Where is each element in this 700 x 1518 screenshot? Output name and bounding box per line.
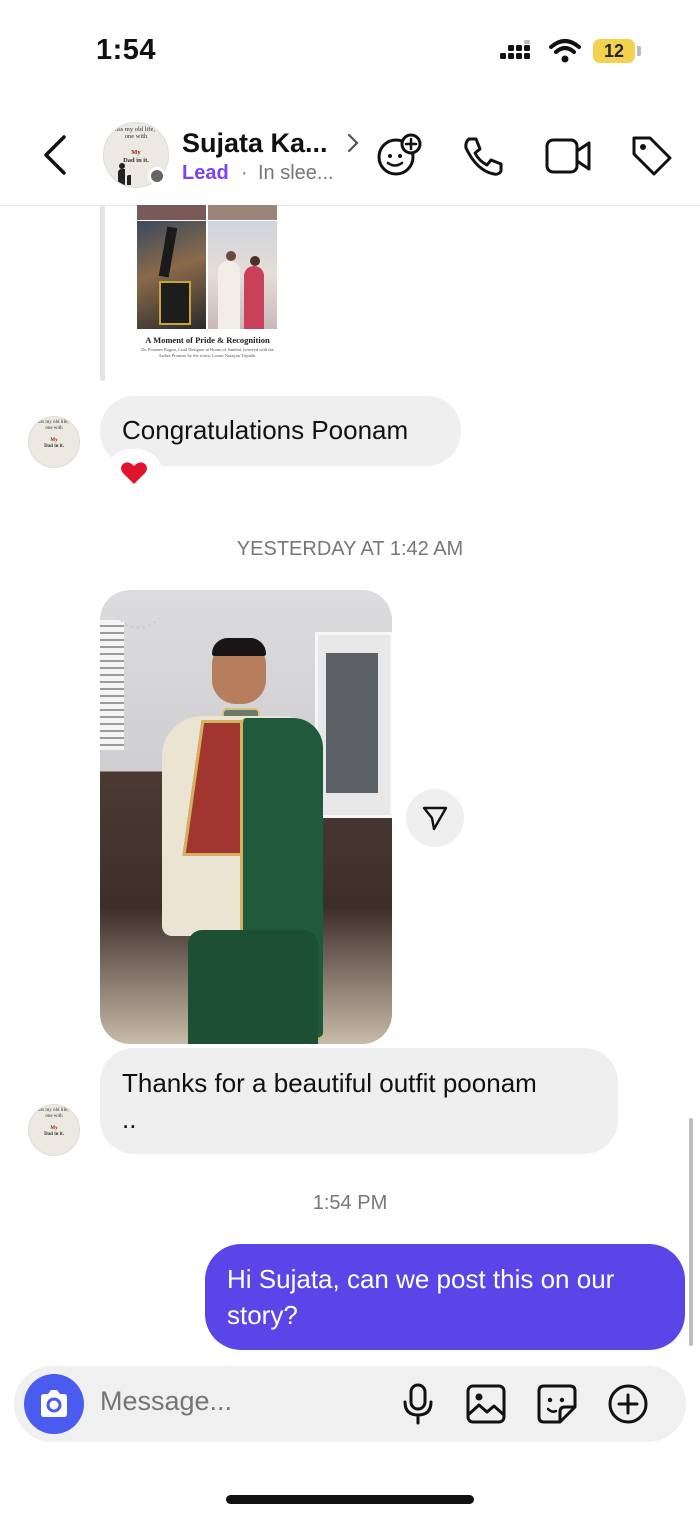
message-input[interactable] (100, 1386, 390, 1417)
phone-icon[interactable] (461, 134, 505, 178)
status-separator: · (241, 162, 248, 184)
contact-name[interactable]: Sujata Ka... (182, 128, 328, 159)
avatar-text-bottom: Dad in it. (44, 1132, 64, 1137)
send-icon (422, 806, 448, 831)
post-caption: A Moment of Pride & Recognition (145, 335, 270, 345)
sender-avatar[interactable]: I miss my old life, the one with My Dad … (28, 416, 80, 468)
wifi-icon (549, 38, 581, 64)
message-text-continued: .. (122, 1104, 137, 1134)
window-blinds (100, 620, 124, 750)
plus-icon[interactable] (607, 1383, 649, 1425)
battery-nub (637, 46, 641, 56)
outgoing-message-bubble[interactable]: Hi Sujata, can we post this on our story… (205, 1244, 685, 1350)
post-image (208, 205, 277, 220)
post-subcaption: Dr. Poonam Rajput, Lead Designer at Hous… (141, 347, 274, 358)
door (315, 632, 392, 818)
microphone-icon[interactable] (400, 1383, 436, 1425)
tag-icon[interactable] (630, 134, 674, 178)
scrollbar[interactable] (689, 1118, 693, 1346)
photo-message[interactable] (100, 590, 392, 1044)
reply-indicator (100, 205, 105, 381)
home-indicator (226, 1495, 474, 1504)
message-text: Thanks for a beautiful outfit poonam (122, 1068, 537, 1098)
post-image (137, 205, 206, 220)
back-icon[interactable] (40, 134, 70, 176)
video-icon[interactable] (544, 134, 592, 178)
message-bubble[interactable]: Thanks for a beautiful outfit poonam .. (100, 1048, 618, 1154)
sticker-icon[interactable] (536, 1383, 578, 1425)
sender-avatar[interactable]: I miss my old life, the one with My Dad … (28, 1104, 80, 1156)
avatar-text-bottom: Dad in it. (44, 444, 64, 449)
gallery-icon[interactable] (465, 1383, 507, 1425)
avatar-silhouette-icon (118, 163, 131, 185)
heart-reaction-icon (108, 460, 160, 491)
avatar-text-top: I miss my old life, the one with (32, 420, 76, 431)
person-face (212, 638, 266, 704)
presence-dot (148, 167, 166, 185)
reaction-badge[interactable] (108, 452, 160, 498)
header-divider (0, 205, 700, 206)
avatar-text-accent: My (50, 438, 58, 443)
avatar-text-accent: My (131, 149, 141, 156)
timestamp: 1:54 PM (312, 1192, 388, 1214)
message-text-continued: story? (227, 1300, 298, 1330)
post-image-people (208, 221, 277, 329)
timestamp: YESTERDAY AT 1:42 AM (236, 538, 464, 560)
avatar-text-top: I miss my old life, the one with (32, 1108, 76, 1119)
post-image-award (137, 221, 206, 329)
lead-label: Lead (182, 162, 229, 184)
message-text: Hi Sujata, can we post this on our (227, 1264, 615, 1294)
camera-icon (41, 1390, 67, 1417)
avatar-text-accent: My (50, 1126, 58, 1131)
chevron-right-icon[interactable] (346, 132, 360, 154)
status-time: 1:54 (96, 34, 157, 66)
green-salwar (188, 930, 318, 1044)
contact-status: In slee... (258, 162, 334, 184)
camera-button[interactable] (24, 1374, 84, 1434)
message-text: Congratulations Poonam (122, 415, 409, 445)
share-button[interactable] (406, 789, 464, 847)
signal-icon (500, 40, 536, 64)
avatar-text-top: I miss my old life, the one with (107, 126, 165, 141)
battery-indicator: 12 (593, 39, 635, 63)
add-avatar-icon[interactable] (375, 132, 423, 178)
message-bubble[interactable]: Congratulations Poonam (100, 396, 461, 466)
